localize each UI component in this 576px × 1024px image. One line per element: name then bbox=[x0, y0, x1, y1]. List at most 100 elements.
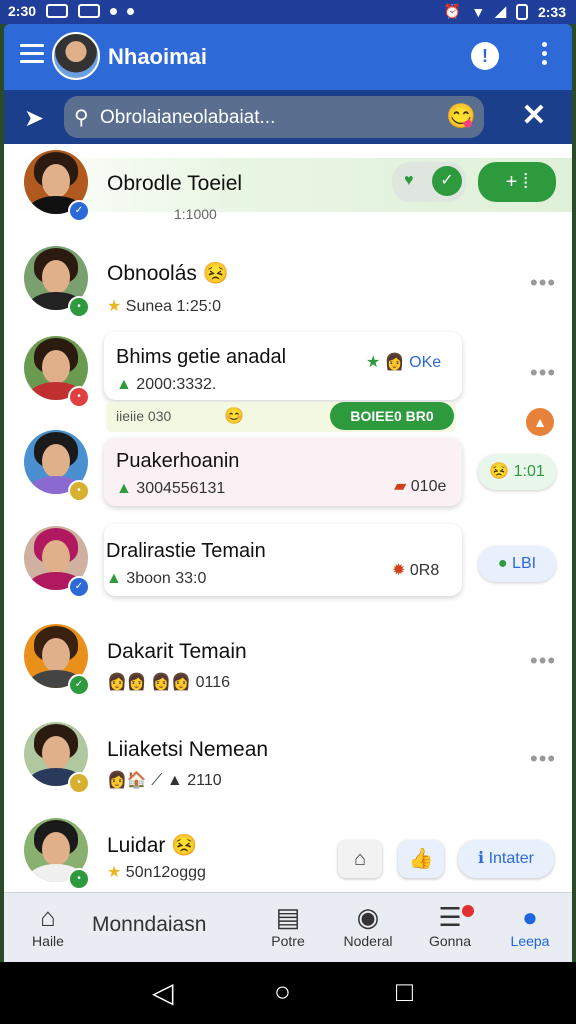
list-item[interactable]: • Obnoolás 😣 ★ Sunea 1:25:0 ••• bbox=[4, 240, 572, 336]
like-icon[interactable]: 👍 bbox=[398, 840, 444, 878]
emoji-icon[interactable]: 😋 bbox=[446, 102, 476, 131]
status-badge: • bbox=[68, 868, 90, 890]
chat-name: Liiaketsi Nemean bbox=[107, 738, 269, 761]
group-avatars-icon: 👩👩 👩👩 bbox=[107, 674, 192, 691]
nav-item-leepa[interactable]: ● Leepa bbox=[490, 901, 570, 949]
dot-icon-2 bbox=[127, 7, 135, 15]
nav-center-title: Monndaiasn bbox=[92, 913, 207, 936]
app-title: Nhaoimai bbox=[108, 44, 208, 69]
list-item[interactable]: • Puakerhoanin ▲ 3004556131 ▰ 010e 😣 1:0… bbox=[4, 424, 572, 520]
list-item[interactable]: • Luidar 😣 ★ 50n12oggg ⌂ 👍 ℹ Intater bbox=[4, 812, 572, 892]
message-bubble[interactable]: Puakerhoanin ▲ 3004556131 ▰ 010e bbox=[104, 438, 462, 506]
send-icon[interactable]: ➤ bbox=[24, 104, 44, 133]
emoji-icon: 😣 bbox=[489, 463, 510, 480]
search-placeholder: Obrolaianeolabaiat... bbox=[100, 107, 276, 128]
status-badge: ✓ bbox=[68, 674, 90, 696]
globe-icon: ◉ bbox=[356, 902, 380, 932]
react-pill[interactable]: ♥ ✓ bbox=[392, 162, 466, 202]
chat-name: Dakarit Temain bbox=[107, 640, 247, 663]
emoji-icon: 😣 bbox=[202, 262, 229, 285]
recents-icon[interactable]: □ bbox=[396, 976, 413, 1008]
status-bar: 2:30 ⏰ ▼ ◢ 2:33 bbox=[0, 0, 576, 24]
group-avatars-icon: 👩🏠 ⟋ ▲ bbox=[107, 772, 183, 789]
count-pill[interactable]: 😣 1:01 bbox=[478, 454, 556, 490]
status-badge: ✓ bbox=[68, 200, 90, 222]
banner-text: iieiie 030 bbox=[116, 408, 172, 424]
star-icon: ★ bbox=[107, 298, 122, 315]
status-badge: • bbox=[68, 772, 90, 794]
more-icon[interactable]: ••• bbox=[530, 360, 556, 386]
more-icon[interactable]: ••• bbox=[530, 746, 556, 772]
info-icon[interactable]: ! bbox=[471, 42, 499, 70]
chat-name: Luidar 😣 bbox=[107, 834, 198, 857]
list-item[interactable]: ✓ Obrodle Toeiel 1:1000 ♥ ✓ + ⁞ bbox=[4, 144, 572, 240]
search-input[interactable]: ⚲ Obrolaianeolabaiat... 😋 bbox=[64, 96, 484, 138]
status-badge: • bbox=[68, 386, 90, 408]
chat-sub: ▲ 3004556131 bbox=[116, 480, 226, 497]
nav-label: Noderal bbox=[343, 933, 393, 949]
list-item[interactable]: • Liiaketsi Nemean 👩🏠 ⟋ ▲ 2110 ••• bbox=[4, 716, 572, 812]
home-up-icon[interactable]: ⌂ bbox=[338, 840, 382, 878]
chat-list: ✓ Obrodle Toeiel 1:1000 ♥ ✓ + ⁞ • Obnool… bbox=[4, 144, 572, 892]
leaf-icon: ▲ bbox=[116, 376, 132, 393]
message-bubble[interactable]: Dralirastie Temain ▲ 3boon 33:0 ✹ 0R8 bbox=[104, 524, 462, 596]
check-icon: ✓ bbox=[432, 166, 462, 196]
leaf-icon: ▲ bbox=[116, 480, 132, 497]
dot-icon bbox=[110, 7, 118, 15]
chat-sub: 1:1000 bbox=[174, 206, 217, 222]
add-button[interactable]: + ⁞ bbox=[478, 162, 556, 202]
back-icon[interactable]: ◁ bbox=[152, 976, 174, 1009]
menu-icon[interactable] bbox=[20, 44, 44, 64]
list-icon: ☰ bbox=[438, 902, 462, 932]
star-icon: ★ bbox=[366, 354, 381, 371]
more-icon[interactable]: ••• bbox=[530, 270, 556, 296]
leaf-icon: ▲ bbox=[106, 570, 122, 587]
emoji-icon: 😊 bbox=[224, 408, 244, 425]
list-item[interactable]: ✓ Dralirastie Temain ▲ 3boon 33:0 ✹ 0R8 … bbox=[4, 520, 572, 616]
message-icon bbox=[78, 4, 101, 18]
nav-item-potre[interactable]: ▤ Potre bbox=[248, 901, 328, 949]
chat-sub: ▲ 2000:3332. bbox=[116, 376, 217, 393]
person-icon: ● bbox=[522, 902, 538, 932]
status-badge: • bbox=[68, 296, 90, 318]
profile-avatar[interactable] bbox=[52, 32, 100, 80]
tag: ★ 👩 OKe bbox=[366, 354, 442, 371]
system-nav-bar: ◁ ○ □ bbox=[0, 962, 576, 1024]
alarm-icon: ⏰ bbox=[443, 3, 462, 19]
chat-sub: 👩👩 👩👩 0116 bbox=[107, 674, 230, 691]
document-icon: ▤ bbox=[275, 902, 301, 932]
info-small-icon: ℹ bbox=[478, 850, 485, 867]
chat-sub: ★ 50n12oggg bbox=[107, 864, 206, 881]
cake-icon: ▰ bbox=[394, 478, 407, 495]
more-options-icon[interactable] bbox=[540, 42, 548, 70]
more-icon[interactable]: ••• bbox=[530, 648, 556, 674]
battery-icon bbox=[515, 3, 528, 20]
search-row: ➤ ⚲ Obrolaianeolabaiat... 😋 ✕ bbox=[4, 90, 572, 144]
emoji-icon: 😣 bbox=[171, 834, 198, 857]
notification-icon bbox=[46, 4, 69, 18]
nav-label: Gonna bbox=[428, 933, 472, 949]
status-badge: ✓ bbox=[68, 576, 90, 598]
search-icon: ⚲ bbox=[74, 107, 89, 129]
home-circle-icon[interactable]: ○ bbox=[274, 976, 291, 1008]
signal-icon: ◢ bbox=[495, 3, 506, 19]
status-time: 2:30 bbox=[8, 3, 37, 19]
close-icon[interactable]: ✕ bbox=[516, 98, 552, 134]
nav-item-noderal[interactable]: ◉ Noderal bbox=[328, 901, 408, 949]
flower-icon: ✹ bbox=[392, 562, 406, 579]
nav-item-home[interactable]: ⌂ Haile bbox=[8, 901, 88, 949]
tag: ✹ 0R8 bbox=[392, 562, 440, 579]
chat-sub: ★ Sunea 1:25:0 bbox=[107, 298, 221, 315]
chat-sub: 👩🏠 ⟋ ▲ 2110 bbox=[107, 772, 222, 789]
nav-item-gonna[interactable]: ☰ Gonna bbox=[410, 901, 490, 949]
nav-label: Potre bbox=[271, 933, 305, 949]
chat-sub: ▲ 3boon 33:0 bbox=[106, 570, 207, 587]
tag: ▰ 010e bbox=[394, 478, 447, 495]
count-pill[interactable]: ● LBI bbox=[478, 546, 556, 582]
intatter-button[interactable]: ℹ Intater bbox=[458, 840, 554, 878]
drop-icon: ● bbox=[497, 555, 508, 572]
list-item[interactable]: ✓ Dakarit Temain 👩👩 👩👩 0116 ••• bbox=[4, 618, 572, 714]
nav-label: Leepa bbox=[510, 933, 550, 949]
message-bubble[interactable]: Bhims getie anadal ▲ 2000:3332. ★ 👩 OKe bbox=[104, 332, 462, 400]
status-time-right: 2:33 bbox=[537, 3, 566, 20]
